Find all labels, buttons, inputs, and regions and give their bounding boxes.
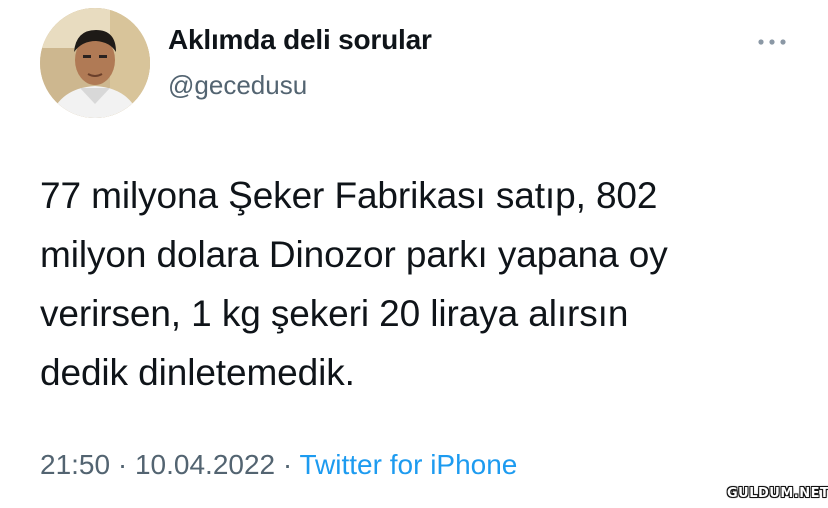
tweet-text-line: verirsen, 1 kg şekeri 20 liraya alırsın — [40, 293, 629, 334]
tweet-text-line: dedik dinletemedik. — [40, 352, 355, 393]
user-handle[interactable]: @gecedusu — [168, 70, 307, 101]
tweet-card: Aklımda deli sorular @gecedusu 77 milyon… — [0, 0, 828, 508]
watermark-logo: GULDUM.NET — [727, 486, 828, 501]
tweet-time[interactable]: 21:50 — [40, 449, 110, 480]
tweet-meta: 21:50 · 10.04.2022 · Twitter for iPhone — [40, 449, 517, 481]
tweet-text-line: milyon dolara Dinozor parkı yapana oy — [40, 234, 668, 275]
more-horizontal-icon — [758, 39, 786, 45]
tweet-source-link[interactable]: Twitter for iPhone — [300, 449, 518, 480]
meta-separator: · — [110, 449, 135, 480]
tweet-text: 77 milyona Şeker Fabrikası satıp, 802 mi… — [40, 166, 810, 402]
tweet-date[interactable]: 10.04.2022 — [135, 449, 275, 480]
display-name[interactable]: Aklımda deli sorular — [168, 24, 432, 56]
avatar[interactable] — [40, 8, 150, 118]
meta-separator: · — [275, 449, 300, 480]
tweet-text-line: 77 milyona Şeker Fabrikası satıp, 802 — [40, 175, 658, 216]
more-options-button[interactable] — [752, 30, 792, 54]
avatar-photo — [40, 8, 150, 118]
